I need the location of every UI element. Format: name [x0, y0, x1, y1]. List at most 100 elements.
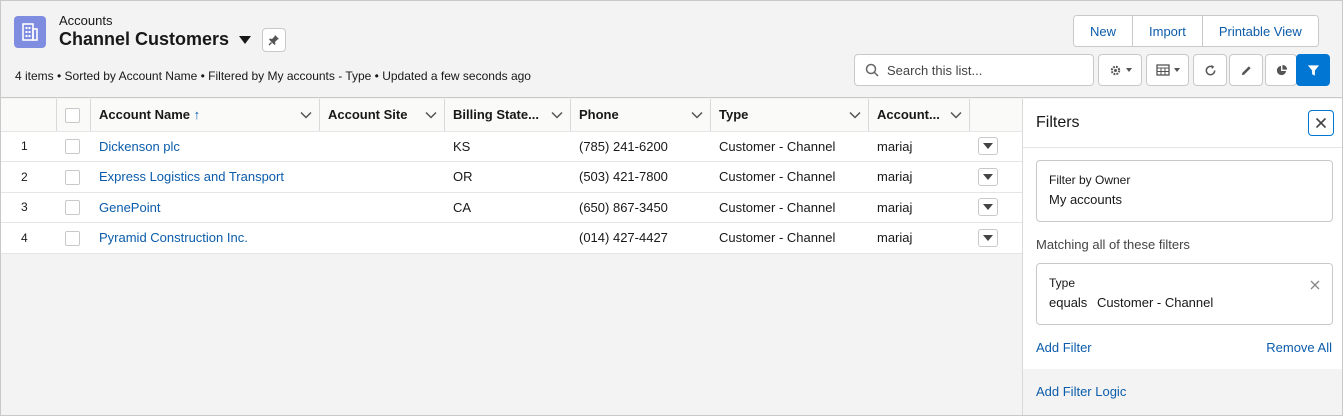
table-row: 1 Dickenson plc KS (785) 241-6200 Custom…	[1, 131, 1022, 162]
owner-cell: mariaj	[869, 161, 970, 193]
list-view-title[interactable]: Channel Customers	[59, 29, 252, 50]
filters-panel-header: Filters	[1023, 99, 1342, 148]
owner-cell: mariaj	[869, 192, 970, 223]
filter-label: Type	[1049, 276, 1076, 290]
account-site-cell	[320, 192, 445, 223]
list-view-frame: Accounts Channel Customers 4 items • Sor…	[0, 0, 1343, 416]
pie-chart-icon	[1276, 64, 1287, 75]
account-site-cell	[320, 161, 445, 193]
table-row: 4 Pyramid Construction Inc. (014) 427-44…	[1, 222, 1022, 254]
import-button[interactable]: Import	[1133, 16, 1203, 46]
account-name-link[interactable]: GenePoint	[99, 200, 160, 215]
owner-cell: mariaj	[869, 131, 970, 162]
table-header-row: Account Name ↑ Account Site Billing Stat…	[1, 99, 1022, 132]
column-header-phone[interactable]: Phone	[571, 99, 711, 132]
row-number: 4	[1, 222, 57, 254]
add-filter-logic-link[interactable]: Add Filter Logic	[1036, 384, 1126, 399]
type-cell: Customer - Channel	[711, 222, 869, 254]
pin-icon	[268, 35, 279, 46]
row-actions-button[interactable]	[978, 198, 998, 217]
chevron-down-icon	[983, 234, 993, 241]
account-name-link[interactable]: Dickenson plc	[99, 139, 180, 154]
refresh-button[interactable]	[1193, 54, 1227, 86]
list-view-table-area: Account Name ↑ Account Site Billing Stat…	[1, 99, 1022, 415]
filters-panel-footer: Add Filter Logic	[1023, 369, 1342, 415]
sort-ascending-arrow-icon: ↑	[193, 107, 201, 123]
chevron-down-icon[interactable]	[551, 111, 563, 119]
column-label: Account Site	[328, 107, 408, 123]
object-label: Accounts	[59, 13, 113, 28]
billing-state-cell: KS	[445, 131, 571, 162]
chevron-down-icon	[1173, 68, 1180, 72]
account-site-cell	[320, 222, 445, 254]
column-header-account-name[interactable]: Account Name ↑	[91, 99, 320, 132]
list-view-meta-info: 4 items • Sorted by Account Name • Filte…	[15, 69, 531, 83]
remove-all-link[interactable]: Remove All	[1266, 340, 1332, 355]
filters-button[interactable]	[1296, 54, 1330, 86]
row-checkbox[interactable]	[65, 139, 80, 155]
matching-filters-label: Matching all of these filters	[1036, 237, 1190, 252]
row-actions-button[interactable]	[978, 228, 998, 247]
account-name-link[interactable]: Express Logistics and Transport	[99, 169, 284, 184]
row-number-header	[1, 99, 57, 132]
column-header-account-owner[interactable]: Account...	[869, 99, 970, 132]
close-icon	[1315, 117, 1327, 129]
row-actions-button[interactable]	[978, 167, 998, 186]
search-icon	[865, 63, 879, 77]
billing-state-cell	[445, 222, 571, 254]
accounts-table: Account Name ↑ Account Site Billing Stat…	[1, 99, 1022, 254]
column-label: Billing State...	[453, 107, 539, 123]
select-all-header	[57, 99, 91, 132]
row-number: 1	[1, 131, 57, 162]
filter-operator: equals	[1049, 295, 1088, 310]
chevron-down-icon[interactable]	[950, 111, 962, 119]
column-label: Account Name	[99, 107, 191, 123]
chevron-down-icon[interactable]	[849, 111, 861, 119]
new-button[interactable]: New	[1074, 16, 1134, 46]
refresh-icon	[1205, 64, 1215, 75]
account-name-link[interactable]: Pyramid Construction Inc.	[99, 230, 248, 245]
table-view-icon	[1155, 64, 1170, 76]
filter-label: Filter by Owner	[1049, 173, 1131, 187]
pin-list-button[interactable]	[262, 28, 286, 52]
table-row: 2 Express Logistics and Transport OR (50…	[1, 161, 1022, 193]
search-list-input[interactable]	[887, 62, 1087, 78]
column-label: Type	[719, 107, 749, 123]
phone-cell: (503) 421-7800	[571, 161, 711, 193]
list-view-title-text: Channel Customers	[59, 29, 230, 49]
column-label: Account...	[877, 107, 940, 123]
type-cell: Customer - Channel	[711, 131, 869, 162]
chevron-down-icon[interactable]	[425, 111, 437, 119]
row-number: 3	[1, 192, 57, 223]
column-header-account-site[interactable]: Account Site	[320, 99, 445, 132]
row-actions-button[interactable]	[978, 137, 998, 156]
list-view-picker-chevron-down-icon[interactable]	[239, 35, 252, 44]
phone-cell: (014) 427-4427	[571, 222, 711, 254]
row-checkbox[interactable]	[65, 200, 80, 216]
charts-button[interactable]	[1265, 54, 1297, 86]
select-all-checkbox[interactable]	[65, 107, 80, 123]
row-checkbox[interactable]	[65, 169, 80, 185]
gear-icon	[1110, 65, 1120, 75]
header-action-buttons: New Import Printable View	[1073, 15, 1319, 47]
row-checkbox[interactable]	[65, 230, 80, 246]
filter-value: Customer - Channel	[1096, 295, 1214, 310]
chevron-down-icon[interactable]	[300, 111, 312, 119]
printable-view-button[interactable]: Printable View	[1202, 16, 1318, 46]
type-filter-card[interactable]: Type equals Customer - Channel	[1036, 263, 1333, 325]
search-list-box[interactable]	[854, 54, 1094, 86]
chevron-down-icon	[1125, 68, 1132, 72]
column-header-type[interactable]: Type	[711, 99, 869, 132]
close-filters-button[interactable]	[1308, 110, 1334, 136]
chevron-down-icon[interactable]	[691, 111, 703, 119]
list-view-controls-button[interactable]	[1098, 54, 1142, 86]
filter-criteria: equals Customer - Channel	[1049, 295, 1320, 310]
remove-filter-close-icon[interactable]	[1310, 280, 1320, 290]
table-row: 3 GenePoint CA (650) 867-3450 Customer -…	[1, 192, 1022, 223]
chevron-down-icon	[983, 204, 993, 211]
add-filter-link[interactable]: Add Filter	[1036, 340, 1092, 355]
column-header-billing-state[interactable]: Billing State...	[445, 99, 571, 132]
inline-edit-button[interactable]	[1229, 54, 1263, 86]
filter-by-owner-card[interactable]: Filter by Owner My accounts	[1036, 160, 1333, 222]
display-as-table-button[interactable]	[1146, 54, 1189, 86]
